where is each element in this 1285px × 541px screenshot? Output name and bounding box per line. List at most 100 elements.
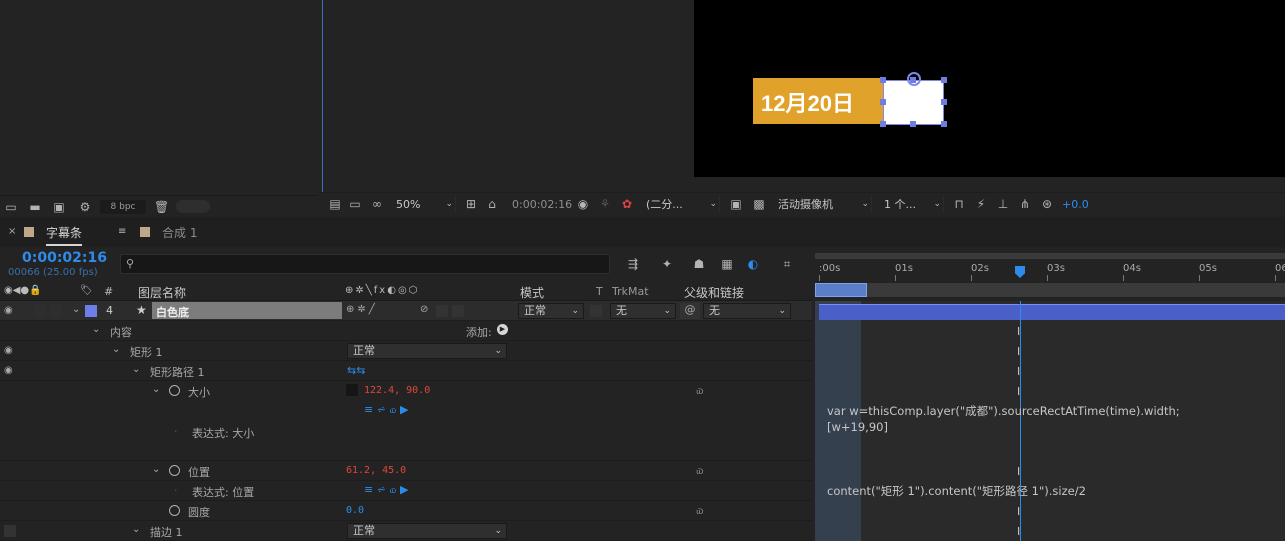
keyframe-marker[interactable]: I [1017, 505, 1020, 518]
resolution-dropdown[interactable]: (二分... ⌄ [642, 196, 720, 213]
close-tab-icon[interactable]: × [8, 226, 16, 237]
handle-ml[interactable] [880, 99, 886, 105]
snapshot-icon[interactable]: ◉ [576, 197, 590, 211]
chevron-down-icon[interactable]: ⌄ [72, 304, 80, 315]
flowchart-icon[interactable]: ⋔ [1018, 197, 1032, 211]
fast-previews-icon[interactable]: ⚡ [974, 197, 988, 211]
layer-name-field[interactable]: 白色底 [152, 302, 342, 319]
work-area-bar[interactable] [815, 283, 867, 297]
handle-bc[interactable] [910, 121, 916, 127]
keyframe-marker[interactable]: I [1017, 365, 1020, 378]
parent-dropdown[interactable]: 无 ⌄ [703, 303, 791, 319]
expression-toggle-icons[interactable]: ≡ ⩫ ௰ ▶ [364, 403, 408, 418]
size-property-row[interactable]: ⌄ 大小 122.4, 90.0 ௰ ≡ ⩫ ௰ ▶ · 表达式: 大小 [0, 381, 812, 461]
trkmat-dropdown[interactable]: 无 ⌄ [610, 303, 676, 319]
chevron-down-icon[interactable]: ⌄ [112, 344, 120, 355]
eye-icon[interactable]: ◉ [4, 365, 16, 377]
stopwatch-icon[interactable] [169, 505, 180, 516]
position-property-row[interactable]: ⌄ 位置 61.2, 45.0 ௰ [0, 461, 812, 481]
graph-editor-icon[interactable]: ⌗ [780, 257, 794, 271]
handle-mr[interactable] [941, 99, 947, 105]
pickwhip-spiral-icon[interactable]: ௰ [696, 383, 704, 399]
reset-exposure-icon[interactable]: ⊛ [1040, 197, 1054, 211]
toggle-pixel-aspect-icon[interactable]: ⊓ [952, 197, 966, 211]
zoom-dropdown[interactable]: 50% ⌄ [392, 196, 456, 213]
show-snapshot-icon[interactable]: ⚘ [598, 197, 612, 211]
always-preview-icon[interactable]: ▤ [328, 197, 342, 211]
chevron-down-icon[interactable]: ⌄ [132, 364, 140, 375]
shy-layers-icon[interactable]: ☗ [692, 257, 706, 271]
anchor-point-icon[interactable] [907, 72, 921, 86]
grid-guides-icon[interactable]: ⊞ [464, 197, 478, 211]
keyframe-marker[interactable]: I [1017, 325, 1020, 338]
motion-blur-icon[interactable]: ◐ [746, 257, 760, 271]
shape-group-row[interactable]: ◉ ⌄ 矩形 1 正常 ⌄ [0, 341, 812, 361]
vr-glasses-icon[interactable]: ∞ [370, 197, 384, 211]
flowchart-icon[interactable]: ⚙ [78, 200, 92, 214]
draft-3d-icon[interactable]: ✦ [660, 257, 674, 271]
frame-blending-icon[interactable]: ▦ [720, 257, 734, 271]
playhead-icon[interactable] [1015, 266, 1025, 278]
mask-visibility-icon[interactable]: ⌂ [485, 197, 499, 211]
camera-dropdown[interactable]: 活动摄像机 ⌄ [774, 196, 872, 213]
views-dropdown[interactable]: 1 个... ⌄ [880, 196, 944, 213]
exposure-value[interactable]: +0.0 [1062, 198, 1089, 211]
tab-comp-1[interactable]: 合成 1 [162, 224, 197, 241]
region-of-interest-icon[interactable]: ▣ [729, 197, 743, 211]
expression-toggle-icons[interactable]: ≡ ⩫ ௰ ▶ [364, 483, 408, 498]
new-folder-icon[interactable]: ▬ [28, 200, 42, 214]
handle-tr[interactable] [941, 77, 947, 83]
current-time[interactable]: 0:00:02:16 [22, 250, 107, 266]
new-composition-icon[interactable]: ▣ [52, 200, 66, 214]
position-expression-text[interactable]: content("矩形 1").content("矩形路径 1").size/2 [827, 483, 1086, 499]
shape-mode-dropdown[interactable]: 正常 ⌄ [347, 343, 507, 359]
time-navigator[interactable] [815, 253, 1285, 259]
chevron-down-icon[interactable]: ⌄ [92, 324, 100, 335]
eye-icon[interactable]: ◉ [4, 305, 16, 317]
scroll-handle[interactable] [176, 200, 210, 213]
layer-mode-dropdown[interactable]: 正常 ⌄ [518, 303, 584, 319]
link-constraint-box[interactable] [346, 384, 358, 396]
stopwatch-icon[interactable] [169, 465, 180, 476]
preserve-transparency-box[interactable] [590, 305, 602, 317]
composition-canvas[interactable]: 12月20日 [694, 0, 1285, 177]
lock-box[interactable] [50, 305, 62, 317]
3d-switch[interactable] [452, 305, 464, 317]
transparency-grid-icon[interactable]: ▩ [752, 197, 766, 211]
timeline-track-area[interactable]: var w=thisComp.layer("成都").sourceRectAtT… [815, 301, 1285, 541]
roundness-value[interactable]: 0.0 [346, 505, 364, 516]
pickwhip-spiral-icon[interactable]: ௰ [696, 463, 704, 479]
layer-row[interactable]: ◉ ⌄ 4 ★ 白色底 ⊕✲╱ ⊘ 正常 ⌄ 无 ⌄ @ 无 ⌄ [0, 301, 812, 321]
path-direction-icons[interactable]: ⇆⇆ [347, 364, 365, 377]
motion-blur-switch-icon[interactable]: ⊘ [420, 304, 428, 315]
viewer-timecode[interactable]: 0:00:02:16 [512, 198, 572, 211]
time-ruler[interactable]: :00s 01s 02s 03s 04s 05s 06s [815, 253, 1285, 301]
keyframe-marker[interactable]: I [1017, 385, 1020, 398]
keyframe-marker[interactable]: I [1017, 345, 1020, 358]
handle-tl[interactable] [880, 77, 886, 83]
white-rect-layer[interactable] [883, 80, 944, 125]
solo-box[interactable] [34, 305, 46, 317]
tab-subtitle-comp[interactable]: 字幕条 [46, 224, 83, 246]
col-layer-name[interactable]: 图层名称 [138, 284, 186, 301]
position-value[interactable]: 61.2, 45.0 [346, 465, 406, 476]
position-expression-row[interactable]: · 表达式: 位置 ≡ ⩫ ௰ ▶ [0, 481, 812, 501]
comp-mini-flowchart-icon[interactable]: ⇶ [626, 257, 640, 271]
chevron-down-icon[interactable]: ⌄ [152, 384, 160, 395]
layer-duration-bar[interactable] [819, 304, 1285, 320]
chevron-down-icon[interactable]: ⌄ [132, 524, 140, 535]
interpret-footage-icon[interactable]: ▭ [4, 200, 18, 214]
rect-path-row[interactable]: ◉ ⌄ 矩形路径 1 ⇆⇆ [0, 361, 812, 381]
roundness-property-row[interactable]: 圆度 0.0 ௰ [0, 501, 812, 521]
size-expression-text[interactable]: var w=thisComp.layer("成都").sourceRectAtT… [827, 403, 1180, 435]
timeline-icon[interactable]: ⊥ [996, 197, 1010, 211]
pickwhip-spiral-icon[interactable]: ௰ [696, 503, 704, 519]
channels-icon[interactable]: ✿ [620, 197, 634, 211]
keyframe-marker[interactable]: I [1017, 465, 1020, 478]
pick-whip-icon[interactable]: @ [680, 303, 700, 319]
size-value[interactable]: 122.4, 90.0 [364, 385, 430, 396]
add-menu-icon[interactable]: ▶ [497, 324, 508, 335]
layer-switches[interactable]: ⊕✲╱ [346, 304, 378, 315]
trash-icon[interactable]: 🗑 [154, 200, 169, 214]
handle-br[interactable] [941, 121, 947, 127]
